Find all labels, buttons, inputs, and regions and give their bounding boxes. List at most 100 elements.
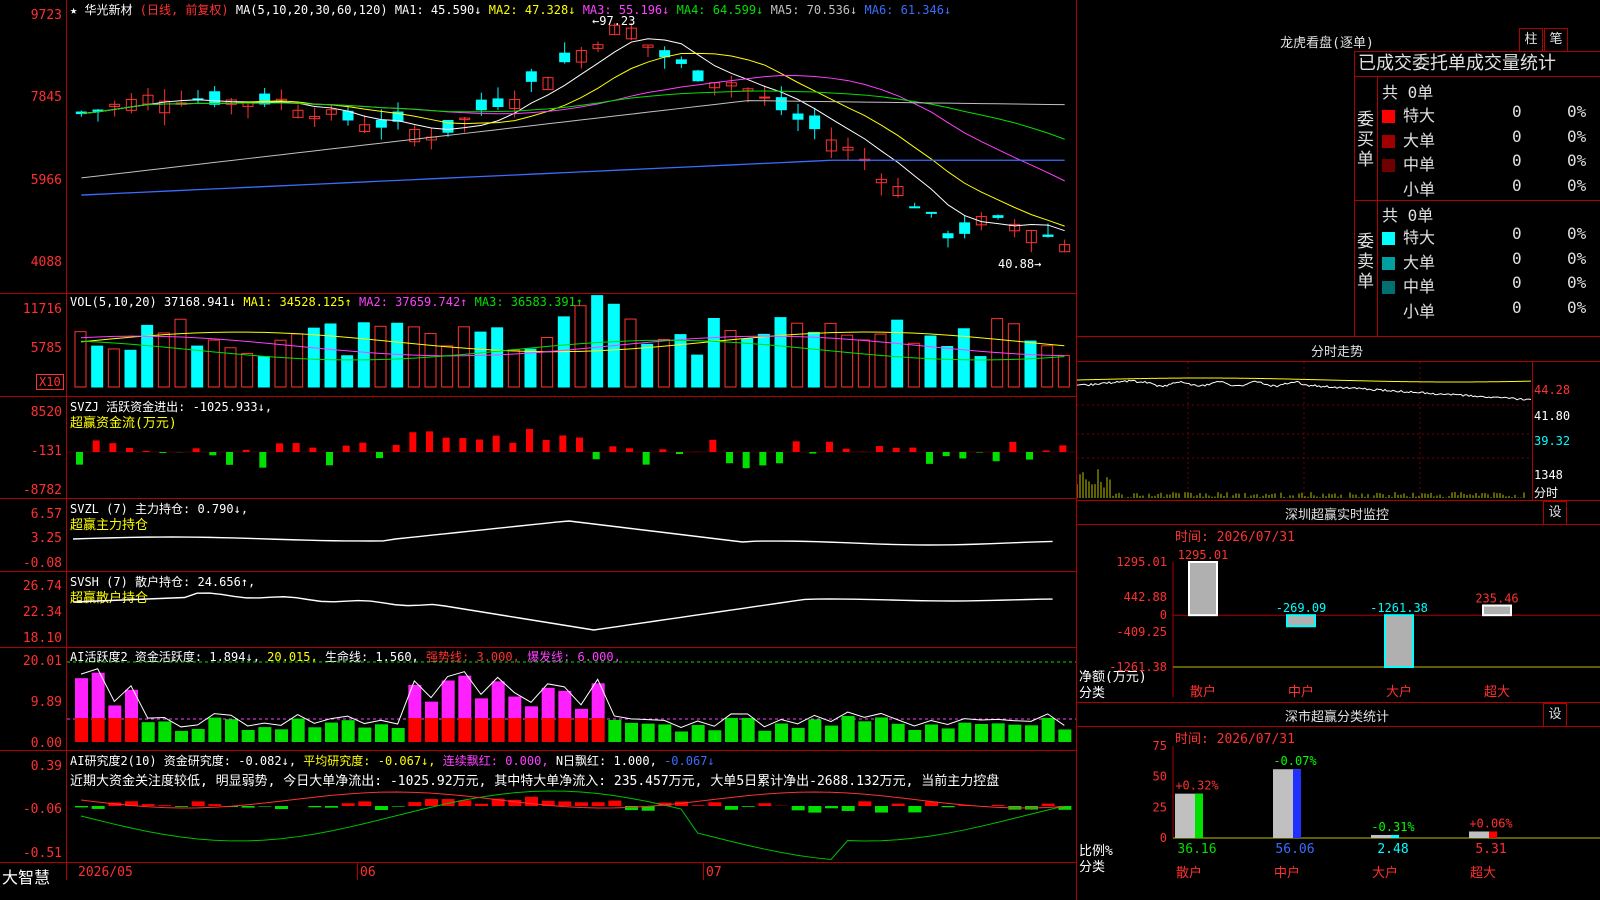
brand-label: 大智慧 bbox=[2, 868, 51, 887]
sell-row-pct: 0% bbox=[1567, 273, 1587, 292]
active-bar bbox=[641, 723, 655, 742]
trade-stat-tabs[interactable]: 已成交委托单成交量统计 bbox=[1354, 51, 1600, 77]
dragon-title: 龙虎看盘(逐单) bbox=[1280, 36, 1374, 51]
svzj-bar bbox=[209, 452, 217, 456]
volume-unit-badge[interactable]: X10 bbox=[36, 374, 64, 390]
svzj-bar bbox=[476, 439, 483, 452]
buy-row-count: 0 bbox=[1512, 151, 1522, 170]
realtime-bar bbox=[1188, 561, 1218, 617]
candle-body bbox=[942, 233, 954, 239]
realtime-category-label: 散户 bbox=[1190, 684, 1216, 700]
research-bar bbox=[141, 804, 155, 806]
volume-bar bbox=[407, 326, 420, 388]
research-bar bbox=[275, 806, 288, 810]
classify-bar-accent bbox=[1195, 793, 1203, 838]
volume-bar bbox=[324, 323, 337, 388]
classify-title: 深市超赢分类统计 bbox=[1284, 710, 1389, 725]
realtime-settings-button[interactable]: 设 bbox=[1543, 501, 1567, 525]
volume-bar bbox=[357, 322, 370, 388]
svzj-bar bbox=[909, 447, 917, 452]
sell-row-name: 小单 bbox=[1403, 301, 1436, 321]
main-chart-area[interactable]: ★ 华光新材 (日线, 前复权) MA(5,10,20,30,60,120) M… bbox=[0, 0, 1077, 900]
active-bar bbox=[758, 730, 772, 742]
buy-row-name: 中单 bbox=[1403, 155, 1436, 174]
sell-row-count: 0 bbox=[1512, 297, 1522, 317]
volume-bar bbox=[574, 305, 587, 388]
svzj-bar bbox=[1059, 445, 1067, 452]
volume-bar bbox=[957, 328, 970, 388]
active-bar-base bbox=[408, 718, 422, 742]
svsh-chart[interactable] bbox=[67, 572, 1076, 647]
ma-line bbox=[81, 75, 1065, 182]
research-bar bbox=[691, 805, 705, 806]
svzj-chart[interactable] bbox=[67, 397, 1076, 498]
low-marker: 40.88→ bbox=[998, 257, 1042, 271]
volume-bar bbox=[107, 348, 120, 388]
volume-bar bbox=[941, 346, 954, 388]
ai-research-chart[interactable] bbox=[67, 751, 1076, 862]
candlestick-chart[interactable] bbox=[67, 0, 1076, 293]
legend-swatch bbox=[1382, 281, 1395, 294]
bar-mode-button[interactable]: 柱 bbox=[1519, 28, 1543, 52]
active-bar bbox=[225, 719, 238, 742]
classify-xlabel: 分类 bbox=[1079, 860, 1106, 875]
svzj-bar bbox=[792, 441, 800, 452]
svzl-line bbox=[72, 520, 1053, 546]
classify-settings-button[interactable]: 设 bbox=[1543, 703, 1567, 727]
svzl-chart[interactable] bbox=[67, 499, 1076, 571]
svzj-bar bbox=[576, 437, 583, 452]
svzj-bar bbox=[259, 452, 267, 468]
svzj-bar bbox=[592, 452, 600, 460]
volume-bar bbox=[307, 327, 320, 388]
research-bar bbox=[258, 806, 272, 807]
svzj-bar bbox=[242, 449, 250, 452]
volume-bar bbox=[341, 355, 354, 388]
svsh-axis-3: 18.10 bbox=[22, 631, 62, 646]
volume-bar bbox=[291, 333, 304, 388]
candle-body bbox=[492, 98, 504, 107]
volume-bar bbox=[891, 319, 904, 388]
date-axis-jul: 07 bbox=[706, 865, 722, 880]
volume-bar bbox=[1041, 345, 1054, 388]
svzj-bar bbox=[126, 447, 133, 452]
buy-row-pct: 0% bbox=[1567, 102, 1587, 121]
buy-row: 小单 0 0% bbox=[1382, 176, 1600, 200]
volume-axis-2: 5785 bbox=[30, 341, 62, 356]
candle-body bbox=[759, 96, 771, 99]
svzj-bar bbox=[292, 443, 300, 452]
realtime-category-label: 超大 bbox=[1484, 685, 1510, 700]
volume-bar bbox=[391, 322, 404, 388]
sell-row: 大单 0 0% bbox=[1382, 249, 1600, 273]
research-bar bbox=[908, 806, 922, 813]
volume-chart[interactable] bbox=[67, 294, 1076, 396]
svzj-bar bbox=[609, 446, 617, 452]
minute-axis-3: 39.32 bbox=[1534, 434, 1571, 448]
svzj-bar bbox=[559, 435, 567, 452]
svzj-bar bbox=[776, 452, 783, 464]
date-axis-jun: 06 bbox=[360, 865, 376, 880]
candle-body bbox=[959, 222, 971, 234]
ai-research-axis-1: 0.39 bbox=[30, 759, 62, 774]
svzl-axis-3: -0.08 bbox=[22, 556, 62, 571]
minute-title: 分时走势 bbox=[1310, 345, 1363, 360]
classify-value-label: 5.31 bbox=[1475, 842, 1506, 857]
tick-mode-button[interactable]: 笔 bbox=[1544, 28, 1568, 52]
svzj-bar bbox=[542, 440, 550, 452]
legend-swatch bbox=[1382, 159, 1395, 172]
ai-active-chart[interactable] bbox=[67, 648, 1076, 750]
svzj-bar bbox=[142, 451, 150, 452]
realtime-chart[interactable]: 1295.01 442.88 0 -409.25 -1261.38 1295.01 散户 -2… bbox=[1077, 540, 1600, 702]
volume-bar bbox=[857, 339, 870, 388]
price-axis-1: 9723 bbox=[30, 8, 62, 23]
classify-chart[interactable]: 75 50 25 0 +0.32% 36.16 散户 -0.07% 56.06 中户 -0.31% 2… bbox=[1077, 740, 1600, 900]
active-bar bbox=[708, 730, 722, 742]
active-bar bbox=[291, 718, 305, 742]
sell-row-name: 特大 bbox=[1403, 228, 1436, 247]
active-bar bbox=[925, 724, 938, 742]
realtime-value-label: 235.46 bbox=[1475, 592, 1518, 606]
volume-bar bbox=[974, 356, 987, 388]
svzj-bar bbox=[1026, 452, 1033, 460]
classify-bar-accent bbox=[1489, 831, 1497, 838]
classify-axis-tick: 25 bbox=[1153, 800, 1167, 814]
minute-chart[interactable] bbox=[1077, 362, 1532, 500]
